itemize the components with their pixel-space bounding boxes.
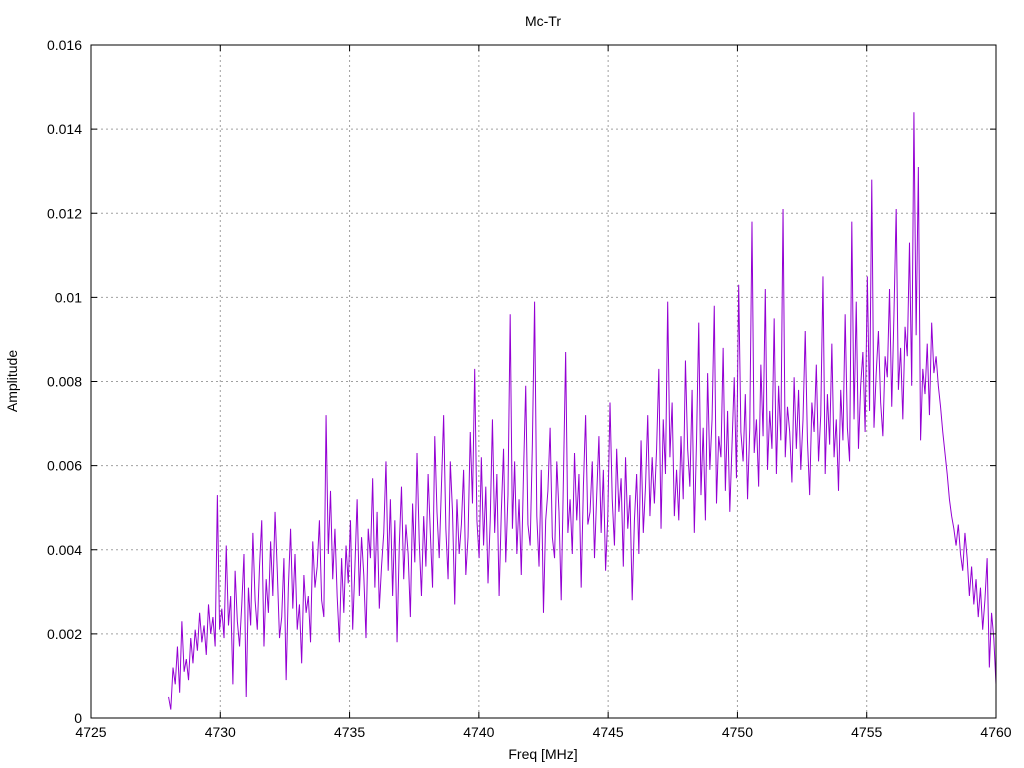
x-tick-label: 4750: [722, 724, 753, 740]
y-tick-label: 0.012: [47, 205, 82, 221]
y-axis-label: Amplitude: [4, 350, 20, 412]
x-tick-label: 4735: [334, 724, 365, 740]
chart-svg: 4725 4730 4735 4740 4745 4750 4755 4760 0 0.002 0.…: [0, 0, 1024, 768]
y-tick-label: 0.002: [47, 626, 82, 642]
x-tick-label: 4725: [75, 724, 106, 740]
x-tick-label: 4745: [593, 724, 624, 740]
y-tick-label: 0.014: [47, 121, 82, 137]
y-tick-label: 0.016: [47, 37, 82, 53]
chart-root: 4725 4730 4735 4740 4745 4750 4755 4760 0 0.002 0.…: [0, 0, 1024, 768]
x-tick-label: 4760: [980, 724, 1011, 740]
y-tick-label: 0.004: [47, 542, 82, 558]
y-tick-label: 0: [74, 710, 82, 726]
y-tick-label: 0.008: [47, 374, 82, 390]
x-tick-label: 4740: [463, 724, 494, 740]
y-tick-label: 0.01: [55, 289, 82, 305]
chart-title: Mc-Tr: [525, 13, 561, 29]
chart-background: [0, 0, 1024, 768]
x-tick-label: 4755: [851, 724, 882, 740]
y-tick-label: 0.006: [47, 458, 82, 474]
x-tick-label: 4730: [205, 724, 236, 740]
x-axis-label: Freq [MHz]: [508, 746, 577, 762]
